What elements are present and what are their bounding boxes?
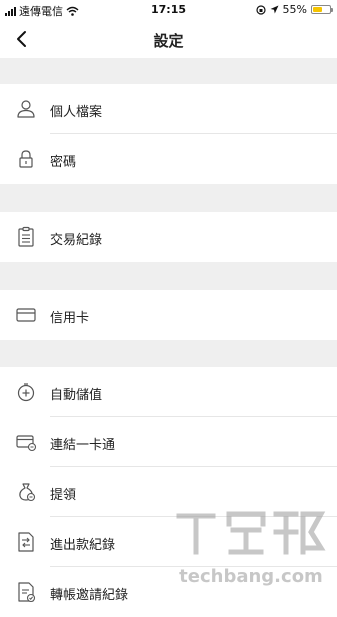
add-circle-icon (17, 383, 35, 402)
battery-icon (311, 5, 333, 14)
location-icon (270, 5, 279, 14)
settings-row-profile[interactable]: 個人檔案 (0, 84, 337, 134)
settings-row-label: 自動儲值 (50, 388, 103, 403)
settings-row-auto-topup[interactable]: 自動儲值 (0, 367, 337, 417)
techbang-watermark: techbang.com (176, 511, 326, 587)
clipboard-icon (18, 226, 34, 247)
nav-bar: 設定 (0, 20, 337, 58)
settings-row-label: 個人檔案 (50, 105, 103, 120)
settings-row-label: 轉帳邀請紀錄 (50, 588, 129, 603)
settings-row-transaction-history[interactable]: 交易紀錄 (0, 212, 337, 262)
page-title: 設定 (153, 32, 184, 50)
settings-section-cards: 信用卡 (0, 290, 337, 340)
credit-card-icon (16, 308, 36, 322)
watermark-text: techbang.com (179, 566, 323, 587)
settings-row-label: 提領 (50, 488, 77, 503)
status-bar: 遠傳電信 17:15 55% (0, 0, 337, 20)
settings-section-account: 個人檔案 密碼 (0, 84, 337, 184)
settings-row-link-ipass[interactable]: 連結一卡通 (0, 417, 337, 467)
battery-fill (313, 7, 322, 12)
rotation-lock-icon (255, 4, 266, 15)
user-icon (17, 100, 35, 118)
document-transfer-icon (18, 532, 34, 552)
settings-row-label: 信用卡 (50, 311, 90, 326)
card-link-icon (16, 435, 37, 452)
settings-row-label: 連結一卡通 (50, 438, 116, 453)
settings-row-credit-card[interactable]: 信用卡 (0, 290, 337, 340)
lock-icon (19, 150, 33, 168)
settings-row-password[interactable]: 密碼 (0, 134, 337, 184)
battery-percent: 55% (282, 3, 307, 16)
settings-row-label: 交易紀錄 (50, 233, 103, 248)
settings-row-label: 進出款紀錄 (50, 538, 116, 553)
status-right: 55% (255, 3, 333, 16)
settings-row-label: 密碼 (50, 155, 77, 170)
settings-section-transactions: 交易紀錄 (0, 212, 337, 262)
money-bag-icon (19, 483, 36, 502)
